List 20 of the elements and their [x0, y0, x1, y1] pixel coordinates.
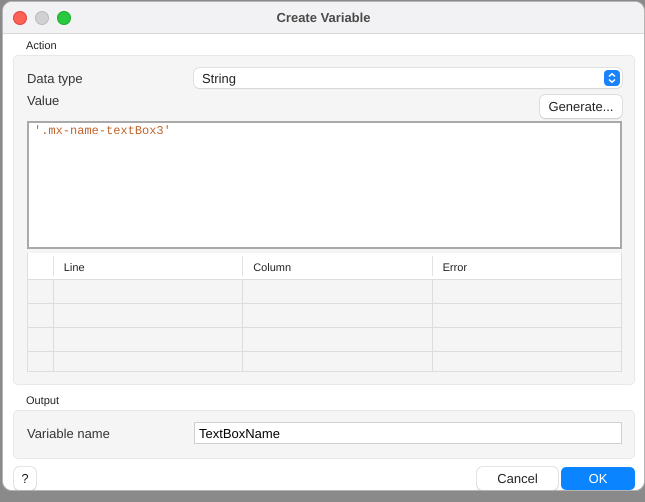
- column-header[interactable]: Error: [432, 256, 621, 276]
- generate-button[interactable]: Generate...: [540, 95, 622, 118]
- window-title: Create Variable: [276, 10, 370, 25]
- variable-name-field[interactable]: TextBoxName: [194, 422, 622, 444]
- column-header[interactable]: Column: [242, 256, 432, 276]
- close-icon[interactable]: [13, 10, 27, 24]
- up-down-chevron-icon: [604, 70, 620, 86]
- code-editor[interactable]: '.mx-name-textBox3': [27, 121, 622, 249]
- ok-button[interactable]: OK: [561, 467, 635, 490]
- data-type-dropdown[interactable]: String: [194, 68, 622, 88]
- minimize-icon[interactable]: [35, 10, 49, 24]
- field-label: Data type: [27, 70, 84, 86]
- column-header[interactable]: Line: [52, 256, 242, 276]
- zoom-icon[interactable]: [57, 10, 71, 24]
- field-label: Variable name: [27, 426, 111, 440]
- field-label: Value: [27, 93, 60, 108]
- section-label: Output: [26, 395, 60, 407]
- section-label: Action: [26, 40, 57, 52]
- cancel-button[interactable]: Cancel: [477, 467, 558, 490]
- help-button[interactable]: ?: [14, 467, 36, 490]
